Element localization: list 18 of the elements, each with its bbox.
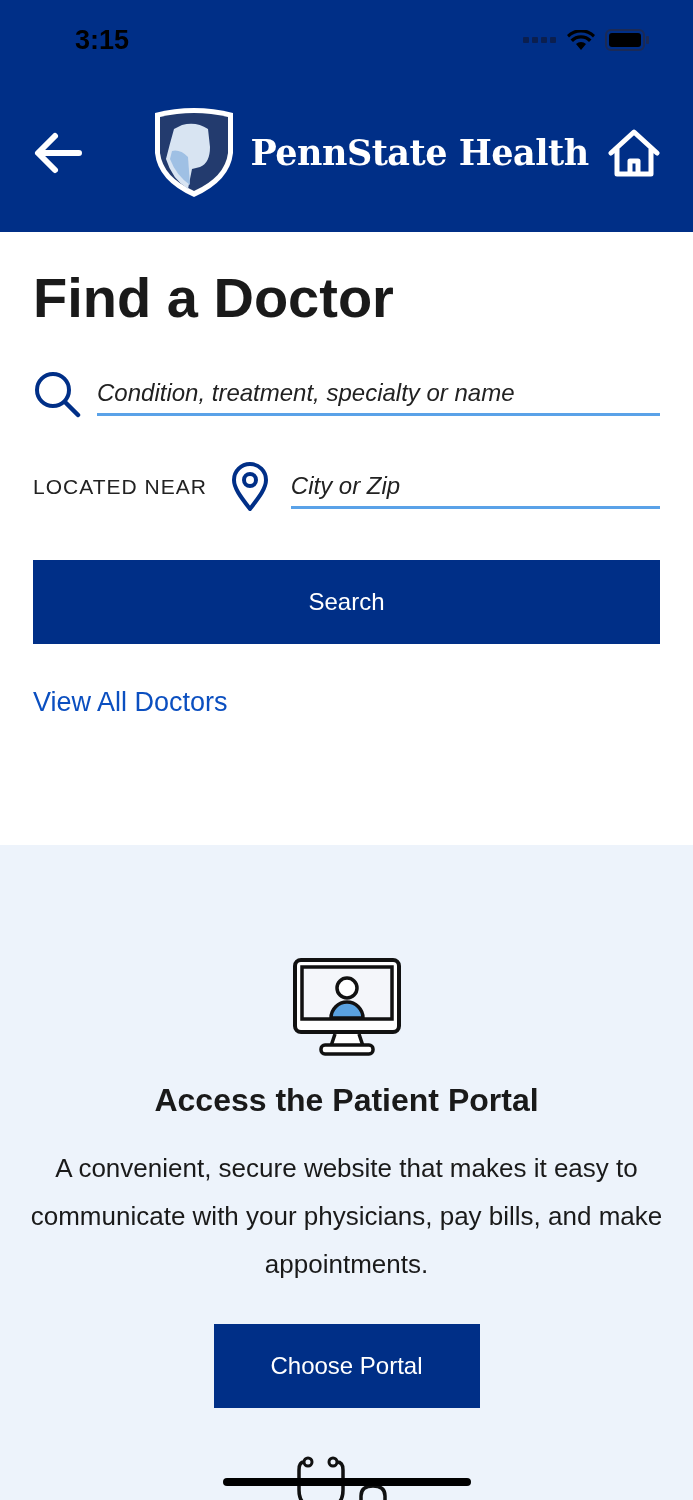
logo-text: PennState Health	[250, 130, 589, 175]
monitor-user-icon	[292, 958, 401, 1056]
view-all-doctors-link[interactable]: View All Doctors	[33, 687, 228, 717]
page-title: Find a Doctor	[33, 265, 395, 331]
status-time: 3:15	[75, 23, 130, 57]
search-button[interactable]: Search	[33, 560, 660, 644]
location-label: LOCATED NEAR	[33, 474, 207, 501]
choose-portal-button[interactable]: Choose Portal	[213, 1324, 480, 1408]
home-button[interactable]	[608, 128, 660, 178]
battery-icon	[605, 29, 649, 51]
search-icon	[33, 370, 81, 418]
search-field[interactable]: Condition, treatment, specialty or name	[97, 372, 660, 416]
portal-title: Access the Patient Portal	[154, 1081, 539, 1120]
location-pin-icon	[230, 462, 269, 512]
portal-description: A convenient, secure website that makes it easy to communicate with your physicians, pay bills, and make appointments.	[29, 1152, 664, 1281]
signal-icon	[523, 36, 557, 44]
location-field[interactable]: City or Zip	[290, 465, 660, 509]
wifi-icon	[567, 30, 595, 50]
